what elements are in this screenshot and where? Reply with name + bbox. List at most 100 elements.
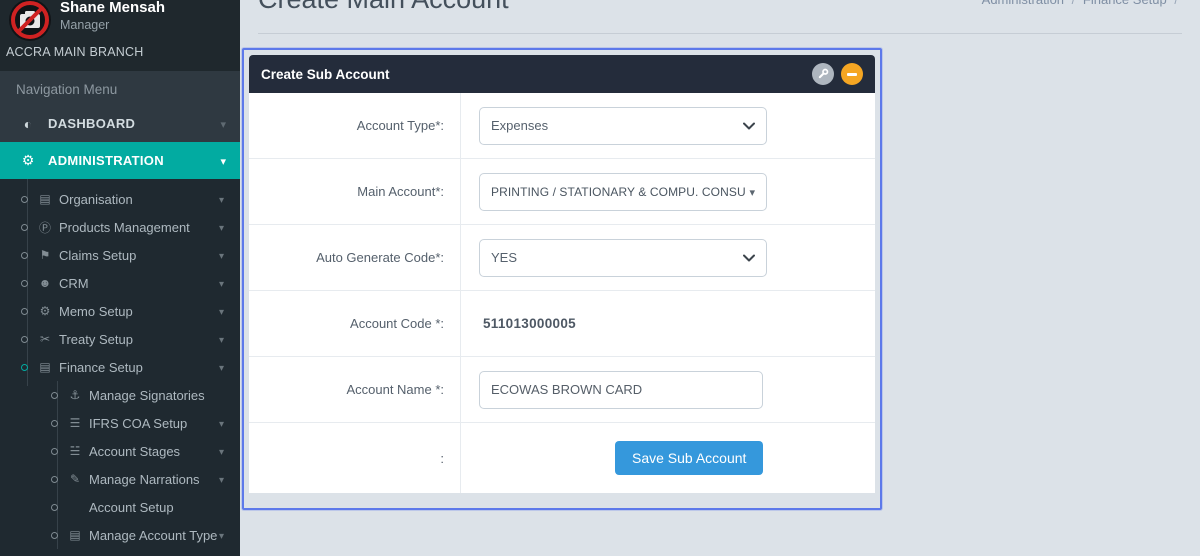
sidebar-item-crm[interactable]: ☻ CRM xyxy=(0,269,240,297)
main-account-select[interactable]: PRINTING / STATIONARY & COMPU. CONSU xyxy=(479,173,767,211)
sidebar-item-label: Manage Signatories xyxy=(89,388,224,403)
database-icon: ☰ xyxy=(67,416,83,430)
user-role: Manager xyxy=(60,17,165,34)
gear-icon: ⚙ xyxy=(18,152,38,169)
selected-value: Expenses xyxy=(491,118,743,133)
sidebar-item-label: Account Stages xyxy=(89,444,219,459)
breadcrumb-separator: / xyxy=(1072,0,1076,7)
bullet-icon xyxy=(51,392,58,399)
chevron-down-icon xyxy=(219,246,224,264)
sidebar-item-treaty-setup[interactable]: ✂ Treaty Setup xyxy=(0,325,240,353)
scissors-icon: ✂ xyxy=(37,332,53,346)
user-name: Shane Mensah xyxy=(60,0,165,17)
sub-account-form: Account Type*: Expenses Main Account*: P… xyxy=(249,93,875,493)
chevron-down-icon xyxy=(219,358,224,376)
sidebar-item-label: Finance Setup xyxy=(59,360,219,375)
sidebar-item-ifrs-coa-setup[interactable]: ☰ IFRS COA Setup xyxy=(0,409,240,437)
sidebar-item-manage-narrations[interactable]: ✎ Manage Narrations xyxy=(0,465,240,493)
anchor-icon: ⚓ xyxy=(67,388,83,402)
sidebar-item-memo-setup[interactable]: ⚙ Memo Setup xyxy=(0,297,240,325)
products-icon: Ⓟ xyxy=(37,219,53,236)
bullet-icon xyxy=(21,336,28,343)
field-label: : xyxy=(249,423,461,493)
breadcrumb-finance-setup[interactable]: Finance Setup xyxy=(1083,0,1167,7)
user-panel: Shane Mensah Manager ACCRA MAIN BRANCH xyxy=(0,0,240,71)
breadcrumb-separator: / xyxy=(1174,0,1178,7)
chevron-down-icon xyxy=(220,152,226,170)
sidebar-item-administration[interactable]: ⚙ ADMINISTRATION xyxy=(0,142,240,179)
sidebar-item-account-setup[interactable]: Account Setup xyxy=(0,493,240,521)
claims-icon: ⚑ xyxy=(37,248,53,262)
page-title: Create Main Account xyxy=(258,0,509,15)
panel-settings-button[interactable] xyxy=(812,63,834,85)
auto-generate-code-select[interactable]: YES xyxy=(479,239,767,277)
account-name-input[interactable] xyxy=(479,371,763,409)
sidebar-item-manage-account-type[interactable]: ▤ Manage Account Type xyxy=(0,521,240,549)
panel-collapse-button[interactable] xyxy=(841,63,863,85)
bullet-icon xyxy=(51,448,58,455)
sidebar-item-finance-setup[interactable]: ▤ Finance Setup xyxy=(0,353,240,381)
organisation-icon: ▤ xyxy=(37,192,53,206)
sidebar-item-label: Organisation xyxy=(59,192,219,207)
form-row-auto-generate-code: Auto Generate Code*: YES xyxy=(249,225,875,291)
account-code-value: 511013000005 xyxy=(479,316,576,331)
finance-setup-submenu: ⚓ Manage Signatories ☰ IFRS COA Setup ☱ … xyxy=(0,381,240,549)
panel-title: Create Sub Account xyxy=(261,67,805,82)
caret-down-icon xyxy=(749,183,755,201)
user-branch: ACCRA MAIN BRANCH xyxy=(6,45,232,59)
create-sub-account-panel: Create Sub Account Account Type*: Expens… xyxy=(242,48,882,510)
sidebar-item-products-management[interactable]: Ⓟ Products Management xyxy=(0,213,240,241)
sidebar-item-label: Manage Narrations xyxy=(89,472,219,487)
sidebar-item-label: DASHBOARD xyxy=(48,116,220,131)
sidebar-item-label: Products Management xyxy=(59,220,219,235)
chevron-down-icon xyxy=(219,442,224,460)
header-divider xyxy=(258,33,1182,34)
bullet-icon xyxy=(21,252,28,259)
administration-submenu: ▤ Organisation Ⓟ Products Management ⚑ C… xyxy=(0,179,240,556)
sidebar: Shane Mensah Manager ACCRA MAIN BRANCH N… xyxy=(0,0,240,556)
field-label: Account Name *: xyxy=(249,357,461,422)
bullet-icon xyxy=(51,504,58,511)
pencil-square-icon: ✎ xyxy=(67,472,83,486)
chevron-down-icon xyxy=(219,274,224,292)
account-type-select[interactable]: Expenses xyxy=(479,107,767,145)
save-sub-account-button[interactable]: Save Sub Account xyxy=(615,441,763,475)
gear-icon: ⚙ xyxy=(37,304,53,318)
form-row-account-type: Account Type*: Expenses xyxy=(249,93,875,159)
selected-value: YES xyxy=(491,250,743,265)
no-photo-avatar-icon xyxy=(8,0,52,42)
form-row-account-name: Account Name *: xyxy=(249,357,875,423)
bullet-icon xyxy=(51,476,58,483)
sidebar-item-claims-setup[interactable]: ⚑ Claims Setup xyxy=(0,241,240,269)
sidebar-item-label: ADMINISTRATION xyxy=(48,153,220,168)
breadcrumb: Administration / Finance Setup / xyxy=(982,0,1182,7)
breadcrumb-administration[interactable]: Administration xyxy=(982,0,1064,7)
finance-icon: ▤ xyxy=(37,360,53,374)
chevron-down-icon xyxy=(220,115,226,133)
chevron-down-icon xyxy=(219,218,224,236)
chevron-down-icon xyxy=(219,302,224,320)
field-label: Main Account*: xyxy=(249,159,461,224)
bullet-icon xyxy=(21,224,28,231)
wrench-icon xyxy=(816,67,830,81)
chevron-down-icon xyxy=(219,526,224,544)
active-bullet-icon xyxy=(21,364,28,371)
bullet-icon xyxy=(51,420,58,427)
sidebar-item-label: IFRS COA Setup xyxy=(89,416,219,431)
user-icon: ☻ xyxy=(37,276,53,290)
chevron-down-icon xyxy=(219,190,224,208)
field-label: Auto Generate Code*: xyxy=(249,225,461,290)
sidebar-item-manage-signatories[interactable]: ⚓ Manage Signatories xyxy=(0,381,240,409)
sidebar-item-account-stages[interactable]: ☱ Account Stages xyxy=(0,437,240,465)
bullet-icon xyxy=(51,532,58,539)
form-row-save: : Save Sub Account xyxy=(249,423,875,493)
sidebar-item-label: CRM xyxy=(59,276,219,291)
account-type-icon: ▤ xyxy=(67,528,83,542)
form-row-account-code: Account Code *: 511013000005 xyxy=(249,291,875,357)
minus-icon xyxy=(847,73,857,76)
sidebar-item-organisation[interactable]: ▤ Organisation xyxy=(0,185,240,213)
sidebar-item-dashboard[interactable]: ◐ DASHBOARD xyxy=(0,105,240,142)
nav-menu-header: Navigation Menu xyxy=(0,71,240,105)
bullet-icon xyxy=(21,308,28,315)
sidebar-item-label: Memo Setup xyxy=(59,304,219,319)
